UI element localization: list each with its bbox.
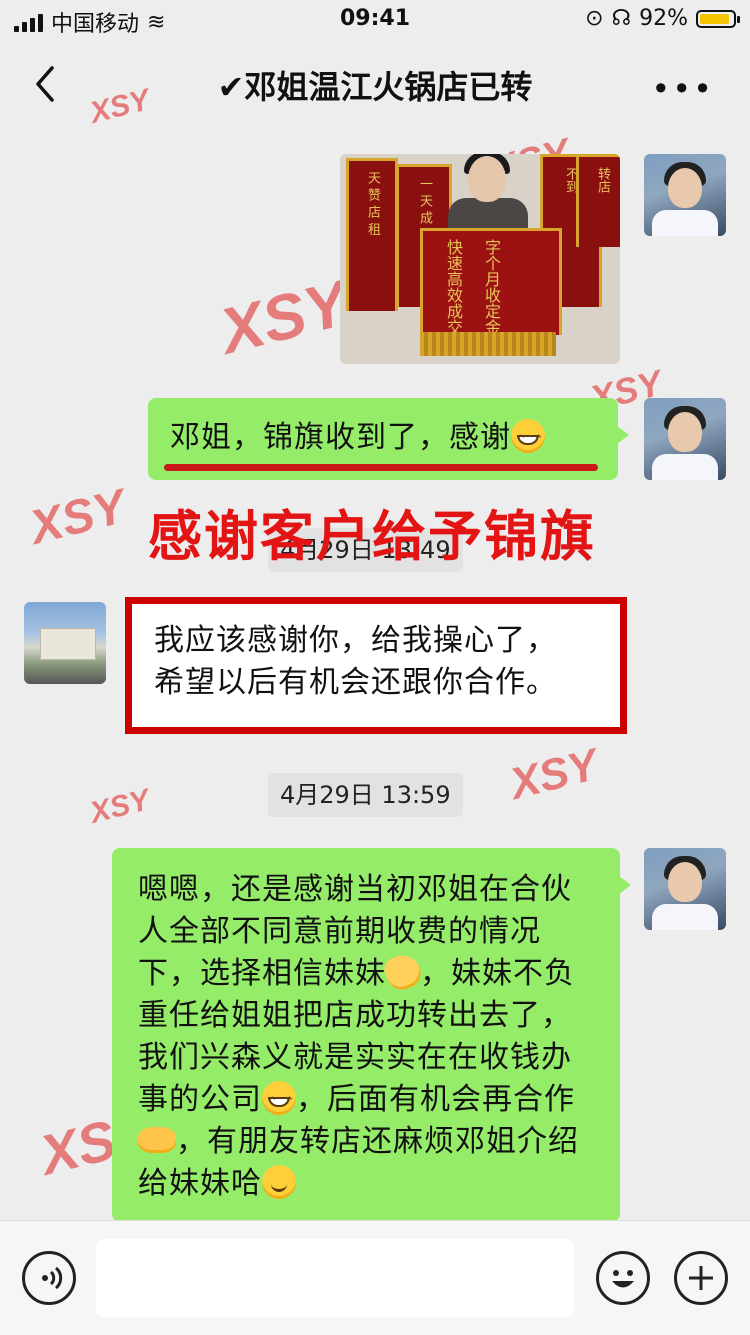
message-input[interactable]	[96, 1239, 574, 1317]
pennant: 快速高效成交 字个月收定金	[420, 228, 562, 335]
more-options-icon[interactable]: •••	[651, 70, 714, 108]
watermark-logo: XSY	[213, 266, 355, 368]
grinning-face-icon	[262, 1081, 296, 1124]
overlay-caption: 感谢客户给予锦旗	[148, 505, 596, 568]
contact-avatar[interactable]	[24, 602, 106, 684]
timestamp: 4月29日 13:59	[268, 773, 463, 817]
grinning-face-icon	[511, 419, 545, 462]
voice-input-icon[interactable]	[22, 1251, 76, 1305]
my-avatar[interactable]	[644, 398, 726, 480]
message-text: 我应该感谢你，给我操心了， 希望以后有机会还跟你合作。	[154, 623, 557, 700]
hugging-face-icon	[262, 1165, 296, 1199]
highlight-underline	[164, 464, 598, 471]
status-bar: 中国移动 ≋ 09:41 ⊙ ☊ 92%	[0, 0, 750, 40]
watermark-logo: XSY	[86, 783, 154, 830]
battery-percent: 92%	[639, 6, 688, 31]
handshake-icon	[138, 1127, 176, 1153]
my-avatar[interactable]	[644, 848, 726, 930]
emoji-icon[interactable]	[596, 1251, 650, 1305]
ok-hand-icon	[380, 949, 426, 995]
banner: 天 赞 店 租	[346, 158, 398, 311]
status-icons: ⊙ ☊ 92%	[585, 6, 740, 31]
add-more-icon[interactable]	[674, 1251, 728, 1305]
image-message[interactable]: 天 赞 店 租 一 天 成 交 不到 转店 快速高效成交 字个月收定金	[340, 154, 620, 364]
battery-fill	[700, 13, 730, 24]
battery-icon	[696, 9, 740, 28]
rotation-lock-icon: ⊙	[585, 6, 604, 31]
input-bar	[0, 1220, 750, 1335]
highlight-frame[interactable]: 我应该感谢你，给我操心了， 希望以后有机会还跟你合作。	[125, 597, 627, 734]
message-text: 邓姐，锦旗收到了，感谢	[170, 420, 511, 455]
headphones-icon: ☊	[611, 6, 632, 31]
watermark-logo: XSY	[505, 740, 603, 809]
my-avatar[interactable]	[644, 154, 726, 236]
banner: 转店	[576, 154, 620, 247]
message-bubble[interactable]: 嗯嗯，还是感谢当初邓姐在合伙人全部不同意前期收费的情况下，选择相信妹妹 ，妹妹不负…	[112, 848, 631, 1222]
